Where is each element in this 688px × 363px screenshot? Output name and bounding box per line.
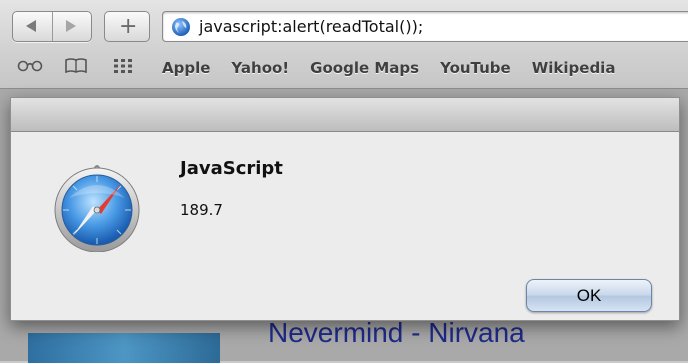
bookmark-wikipedia[interactable]: Wikipedia <box>532 54 616 82</box>
ok-button[interactable]: OK <box>526 279 652 312</box>
javascript-alert-dialog: JavaScript 189.7 OK <box>10 97 680 321</box>
back-icon <box>26 20 36 32</box>
browser-toolbar: + javascript:alert(readTotal()); Apple Y… <box>0 0 688 89</box>
nav-buttons <box>12 11 92 42</box>
plus-icon: + <box>119 14 138 39</box>
top-sites-grid-icon[interactable] <box>113 58 133 74</box>
bookmark-google-maps[interactable]: Google Maps <box>310 54 419 82</box>
globe-icon <box>172 18 190 36</box>
back-button[interactable] <box>13 12 53 41</box>
album-cover-image <box>28 333 220 363</box>
dialog-title: JavaScript <box>180 158 283 179</box>
forward-button[interactable] <box>52 12 91 41</box>
bookmark-youtube[interactable]: YouTube <box>440 54 511 82</box>
safari-compass-icon <box>54 165 140 252</box>
add-bookmark-button[interactable]: + <box>104 11 150 42</box>
address-bar[interactable]: javascript:alert(readTotal()); <box>162 11 688 42</box>
dialog-titlebar <box>11 98 679 132</box>
bookmarks-bar: Apple Yahoo! Google Maps YouTube Wikipedia <box>162 54 636 82</box>
album-title: Nevermind - Nirvana <box>268 317 525 348</box>
forward-icon <box>66 20 76 32</box>
bookmark-apple[interactable]: Apple <box>162 54 210 82</box>
dialog-message: 189.7 <box>180 201 223 219</box>
bookmarks-book-icon[interactable] <box>64 58 88 74</box>
reading-list-icon[interactable] <box>17 58 43 72</box>
bookmark-yahoo[interactable]: Yahoo! <box>231 54 289 82</box>
address-text: javascript:alert(readTotal()); <box>199 17 424 36</box>
